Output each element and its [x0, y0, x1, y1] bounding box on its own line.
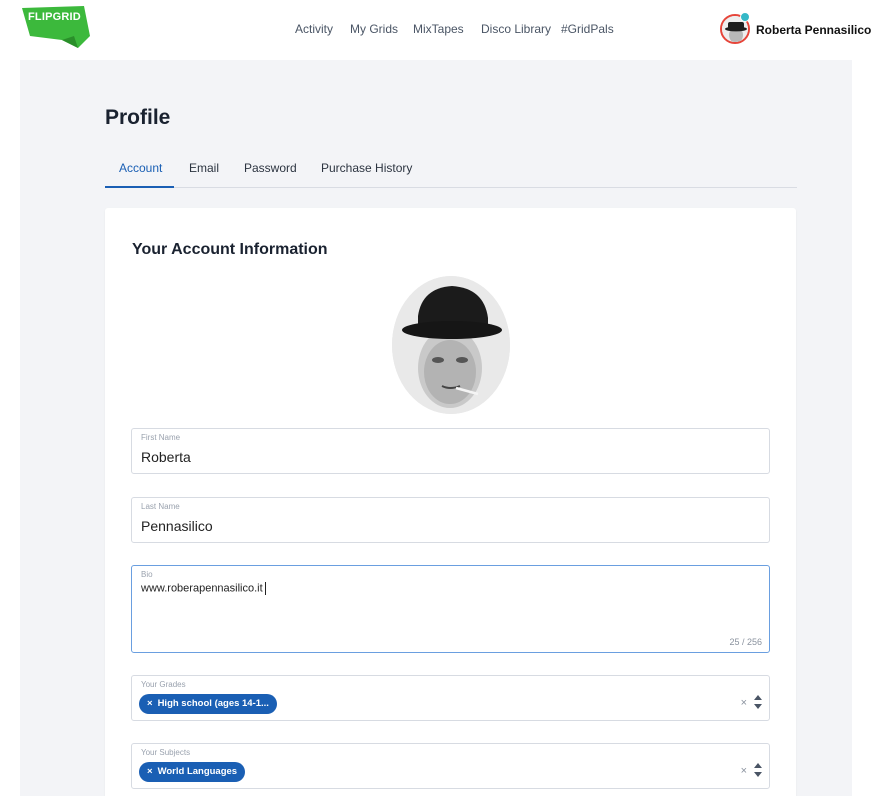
tab-password[interactable]: Password: [244, 161, 297, 175]
grade-chip[interactable]: × High school (ages 14-1...: [139, 694, 277, 714]
first-name-label: First Name: [141, 433, 181, 442]
account-info-card: Your Account Information First Name Robe…: [105, 208, 796, 796]
sort-arrows-icon[interactable]: [753, 693, 763, 711]
last-name-field[interactable]: Last Name Pennasilico: [131, 497, 770, 543]
first-name-value[interactable]: Roberta: [141, 449, 191, 465]
tab-account[interactable]: Account: [119, 161, 162, 175]
nav-item-mixtapes[interactable]: MixTapes: [413, 22, 464, 36]
active-tab-indicator: [105, 186, 174, 188]
chip-remove-icon[interactable]: ×: [147, 698, 153, 709]
status-dot-icon: [740, 12, 750, 22]
text-cursor: [264, 582, 266, 595]
person-portrait-icon: [392, 276, 510, 414]
grade-chip-label: High school (ages 14-1...: [157, 698, 269, 709]
bio-value[interactable]: www.roberapennasilico.it: [141, 582, 266, 595]
subjects-label: Your Subjects: [141, 748, 191, 757]
tab-email[interactable]: Email: [189, 161, 219, 175]
grades-select[interactable]: Your Grades × High school (ages 14-1... ×: [131, 675, 770, 721]
grades-clear-icon[interactable]: ×: [741, 697, 747, 709]
subjects-select[interactable]: Your Subjects × World Languages ×: [131, 743, 770, 789]
bio-text: www.roberapennasilico.it: [141, 582, 263, 595]
bio-textarea[interactable]: Bio www.roberapennasilico.it 25 / 256: [131, 565, 770, 653]
card-title: Your Account Information: [132, 241, 328, 258]
bio-label: Bio: [141, 570, 153, 579]
tab-purchase-history[interactable]: Purchase History: [321, 161, 412, 175]
profile-page: Profile Account Email Password Purchase …: [20, 60, 852, 796]
grades-label: Your Grades: [141, 680, 186, 689]
subjects-clear-icon[interactable]: ×: [741, 765, 747, 777]
nav-item-disco-library[interactable]: Disco Library: [481, 22, 551, 36]
first-name-field[interactable]: First Name Roberta: [131, 428, 770, 474]
nav-item-gridpals[interactable]: #GridPals: [561, 22, 614, 36]
subject-chip[interactable]: × World Languages: [139, 762, 246, 782]
subject-chip-label: World Languages: [157, 766, 238, 777]
sort-arrows-icon[interactable]: [753, 761, 763, 779]
chip-remove-icon[interactable]: ×: [147, 766, 153, 777]
nav-item-activity[interactable]: Activity: [295, 22, 333, 36]
top-navigation-bar: FLIPGRID Activity My Grids MixTapes Disc…: [0, 0, 874, 60]
nav-item-my-grids[interactable]: My Grids: [350, 22, 398, 36]
profile-tabs: Account Email Password Purchase History: [105, 158, 797, 188]
bio-character-counter: 25 / 256: [729, 637, 762, 647]
last-name-value[interactable]: Pennasilico: [141, 518, 213, 534]
last-name-label: Last Name: [141, 502, 180, 511]
page-title: Profile: [105, 106, 171, 129]
user-name[interactable]: Roberta Pennasilico: [756, 23, 871, 37]
profile-photo-icon[interactable]: [392, 276, 510, 414]
